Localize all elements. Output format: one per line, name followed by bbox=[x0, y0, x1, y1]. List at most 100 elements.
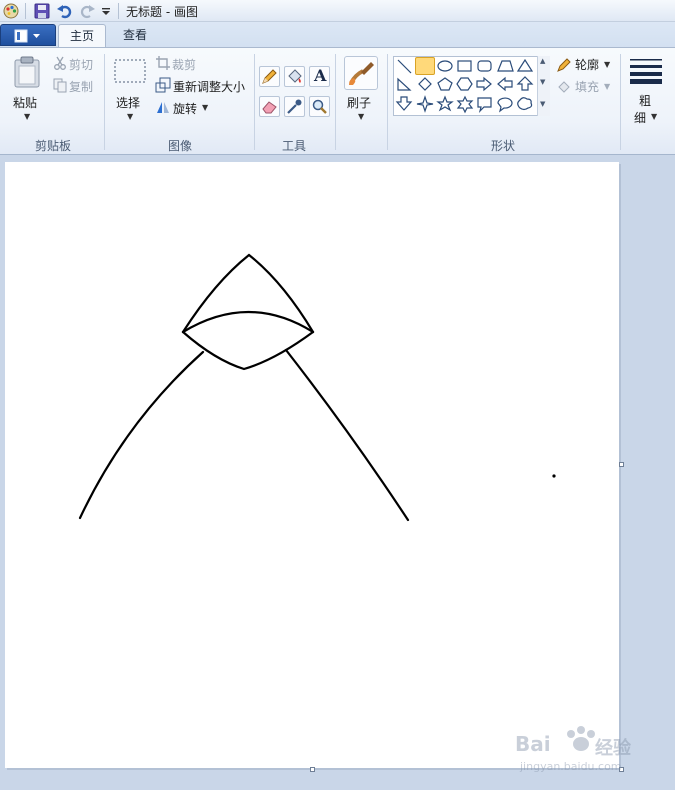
group-separator bbox=[104, 54, 105, 150]
resize-button[interactable]: 重新调整大小 bbox=[173, 78, 245, 95]
rectangular-callout-shape-icon[interactable] bbox=[477, 97, 492, 113]
four-point-star-shape-icon[interactable] bbox=[416, 95, 434, 113]
outline-dropdown-arrow[interactable]: ▼ bbox=[604, 60, 610, 69]
triangle-shape-icon[interactable] bbox=[516, 58, 534, 72]
fill-button[interactable]: 填充 bbox=[575, 78, 599, 95]
diamond-shape-icon[interactable] bbox=[418, 77, 432, 91]
canvas-resize-handle-corner[interactable] bbox=[619, 767, 624, 772]
size-label-top[interactable]: 粗 bbox=[639, 92, 651, 109]
undo-icon[interactable] bbox=[56, 2, 74, 20]
scroll-down-icon[interactable]: ▼ bbox=[540, 78, 545, 86]
brush-icon bbox=[349, 62, 374, 85]
cone-top-arc bbox=[181, 253, 315, 334]
crop-icon bbox=[156, 56, 170, 70]
file-menu-button[interactable] bbox=[0, 24, 56, 46]
copy-button[interactable]: 复制 bbox=[69, 78, 93, 95]
separator bbox=[25, 3, 26, 19]
paste-button[interactable]: 粘贴 bbox=[13, 94, 37, 111]
brushes-dropdown-arrow[interactable]: ▼ bbox=[358, 112, 364, 121]
cloud-callout-shape-icon[interactable] bbox=[517, 97, 533, 111]
rotate-button[interactable]: 旋转 bbox=[173, 100, 197, 117]
canvas-workspace bbox=[0, 156, 675, 790]
group-separator bbox=[387, 54, 388, 150]
brushes-button[interactable] bbox=[344, 56, 378, 90]
eyedropper-icon bbox=[287, 99, 302, 114]
size-dropdown-arrow[interactable]: ▼ bbox=[651, 112, 657, 121]
canvas-resize-handle-bottom[interactable] bbox=[310, 767, 315, 772]
window-title: 无标题 - 画图 bbox=[126, 5, 198, 19]
eraser-tool[interactable] bbox=[259, 96, 280, 117]
select-button[interactable]: 选择 bbox=[116, 94, 140, 111]
paste-icon[interactable] bbox=[13, 56, 41, 88]
shapes-gallery-scrollbar[interactable]: ▲ ▼ ▼ bbox=[537, 56, 550, 116]
ribbon-tab-row: 主页 查看 bbox=[0, 22, 675, 48]
canvas-resize-handle-right[interactable] bbox=[619, 462, 624, 467]
clipboard-group-label: 剪贴板 bbox=[34, 139, 71, 153]
left-leg-line bbox=[78, 350, 205, 520]
shapes-gallery bbox=[393, 56, 550, 116]
cut-button[interactable]: 剪切 bbox=[69, 56, 93, 73]
line-size-icon[interactable] bbox=[629, 58, 663, 84]
group-separator bbox=[620, 54, 621, 150]
text-icon: A bbox=[314, 66, 327, 85]
six-point-star-shape-icon[interactable] bbox=[456, 95, 474, 114]
text-tool[interactable]: A bbox=[309, 66, 330, 87]
fill-icon bbox=[558, 81, 570, 93]
rectangle-shape-icon[interactable] bbox=[457, 60, 472, 72]
magnifier-tool[interactable] bbox=[309, 96, 330, 117]
stray-dot bbox=[552, 474, 556, 478]
five-point-star-shape-icon[interactable] bbox=[436, 95, 454, 112]
scroll-up-icon[interactable]: ▲ bbox=[540, 57, 545, 65]
group-separator bbox=[335, 54, 336, 150]
line-shape-icon[interactable] bbox=[397, 59, 412, 74]
oval-callout-shape-icon[interactable] bbox=[497, 97, 513, 113]
outline-icon bbox=[557, 58, 571, 72]
cut-icon bbox=[54, 56, 66, 70]
drawing-canvas[interactable] bbox=[5, 162, 619, 768]
select-dropdown-arrow[interactable]: ▼ bbox=[127, 112, 133, 121]
brushes-label[interactable]: 刷子 bbox=[347, 94, 371, 111]
paste-dropdown-arrow[interactable]: ▼ bbox=[24, 112, 30, 121]
title-bar: 无标题 - 画图 bbox=[0, 0, 675, 22]
fill-dropdown-arrow[interactable]: ▼ bbox=[604, 82, 610, 91]
eye-upper-arc bbox=[181, 311, 315, 334]
gallery-expand-icon[interactable]: ▼ bbox=[540, 100, 545, 108]
color-picker-tool[interactable] bbox=[284, 96, 305, 117]
eraser-icon bbox=[262, 101, 277, 114]
redo-icon[interactable] bbox=[78, 2, 96, 20]
copy-icon bbox=[53, 78, 67, 93]
shapes-group-label: 形状 bbox=[490, 139, 515, 153]
pencil-tool[interactable] bbox=[259, 66, 280, 87]
left-arrow-shape-icon[interactable] bbox=[497, 76, 513, 92]
oval-shape-icon[interactable] bbox=[437, 60, 453, 72]
rounded-rectangle-shape-icon[interactable] bbox=[477, 60, 492, 72]
select-icon[interactable] bbox=[113, 58, 147, 84]
separator bbox=[118, 3, 119, 19]
pentagon-shape-icon[interactable] bbox=[437, 77, 453, 91]
paint-bucket-icon bbox=[288, 69, 302, 83]
paint-app-icon[interactable] bbox=[2, 2, 20, 20]
hexagon-shape-icon[interactable] bbox=[456, 77, 473, 91]
size-label-bottom[interactable]: 细 bbox=[634, 109, 646, 126]
rotate-dropdown-arrow[interactable]: ▼ bbox=[202, 103, 208, 112]
up-arrow-shape-icon[interactable] bbox=[516, 76, 534, 91]
curve-shape-selected[interactable] bbox=[415, 57, 435, 75]
tab-home[interactable]: 主页 bbox=[58, 24, 106, 48]
outline-button[interactable]: 轮廓 bbox=[575, 56, 599, 73]
eye-lower-arc bbox=[181, 330, 315, 371]
save-icon[interactable] bbox=[33, 2, 51, 20]
down-arrow-shape-icon[interactable] bbox=[395, 96, 413, 111]
fill-tool[interactable] bbox=[284, 66, 305, 87]
magnifier-icon bbox=[312, 99, 327, 114]
image-group-label: 图像 bbox=[167, 139, 192, 153]
tab-view[interactable]: 查看 bbox=[112, 24, 158, 48]
crop-button[interactable]: 裁剪 bbox=[172, 56, 196, 73]
pencil-icon bbox=[262, 69, 277, 84]
right-triangle-shape-icon[interactable] bbox=[397, 77, 412, 91]
rotate-icon bbox=[157, 102, 169, 113]
customize-quick-access-icon[interactable] bbox=[98, 2, 116, 20]
drawing-strokes bbox=[78, 253, 556, 522]
resize-icon bbox=[155, 77, 171, 93]
right-arrow-shape-icon[interactable] bbox=[476, 76, 492, 92]
polygon-shape-icon[interactable] bbox=[497, 60, 514, 72]
